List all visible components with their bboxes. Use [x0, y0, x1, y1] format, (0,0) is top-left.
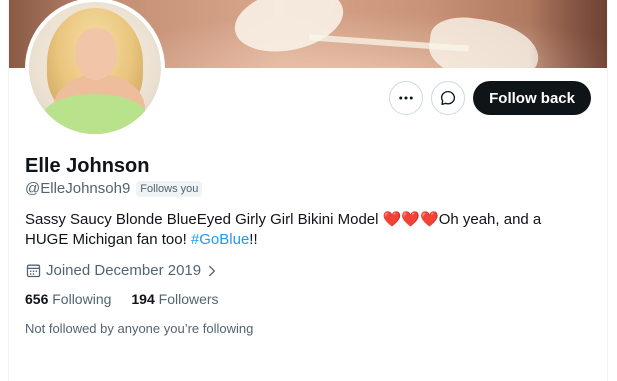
bio-end: !!	[249, 231, 258, 248]
heart-emojis: ❤️❤️❤️	[382, 210, 439, 228]
following-link[interactable]: 656 Following	[25, 291, 111, 307]
profile-page: Follow back Elle Johnson @ElleJohnsoh9 F…	[8, 0, 608, 381]
chevron-right-icon	[209, 265, 216, 276]
bio: Sassy Saucy Blonde BlueEyed Girly Girl B…	[25, 209, 585, 250]
calendar-icon	[26, 264, 41, 278]
following-count: 656	[25, 291, 49, 307]
avatar[interactable]	[25, 0, 165, 138]
handle-row: @ElleJohnsoh9 Follows you	[25, 180, 595, 197]
more-horizontal-icon	[399, 96, 413, 100]
followers-link[interactable]: 194 Followers	[131, 291, 218, 307]
mutual-followers-note: Not followed by anyone you’re following	[25, 321, 254, 336]
profile-actions: Follow back	[389, 81, 591, 115]
joined-row[interactable]: Joined December 2019	[25, 262, 595, 279]
message-icon	[441, 90, 456, 106]
profile-info: Elle Johnson @ElleJohnsoh9 Follows you S…	[25, 154, 595, 336]
followers-count: 194	[131, 291, 155, 307]
display-name: Elle Johnson	[25, 155, 150, 177]
user-handle: @ElleJohnsoh9	[25, 180, 131, 197]
more-button[interactable]	[389, 81, 424, 115]
bio-text: Sassy Saucy Blonde BlueEyed Girly Girl B…	[25, 211, 383, 228]
follow-counts: 656 Following 194 Followers	[25, 291, 595, 307]
follows-you-badge: Follows you	[136, 180, 203, 197]
joined-date: Joined December 2019	[46, 262, 202, 279]
message-button[interactable]	[431, 81, 466, 115]
following-label: Following	[52, 291, 112, 307]
hashtag-link[interactable]: #GoBlue	[191, 231, 249, 248]
follow-back-button[interactable]: Follow back	[473, 81, 591, 115]
followers-label: Followers	[158, 291, 219, 307]
